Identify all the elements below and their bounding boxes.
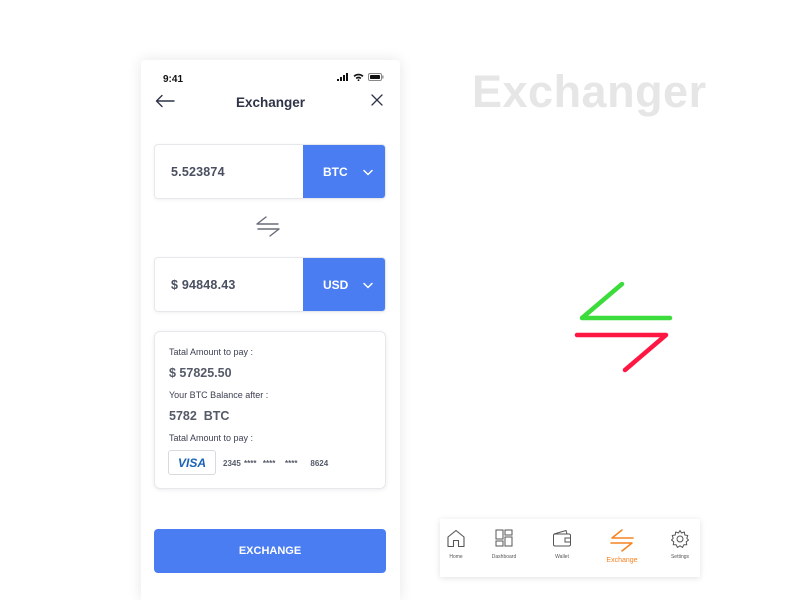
exchange-icon: [574, 282, 673, 373]
tab-exchange[interactable]: Exchange: [596, 519, 648, 577]
gear-icon: [671, 530, 689, 548]
exchange-button[interactable]: EXCHANGE: [154, 529, 386, 573]
status-time: 9:41: [163, 74, 184, 85]
chevron-down-icon: [363, 282, 373, 289]
page-title: Exchanger: [235, 95, 306, 110]
card-number: 2345 **** **** **** 8624: [223, 459, 329, 468]
tab-label-settings: Settings: [670, 554, 690, 560]
tab-label-dashboard: Dashboard: [491, 554, 517, 560]
dashboard-icon: [495, 529, 513, 547]
tab-wallet[interactable]: Wallet: [536, 519, 588, 577]
to-amount-value[interactable]: $ 94848.43: [171, 278, 236, 292]
to-currency-label: USD: [323, 278, 349, 292]
wifi-icon: [353, 73, 364, 81]
exchange-icon: [610, 529, 634, 552]
bottom-tab-bar: Home Dashboard Wallet Exchange Settings: [440, 519, 700, 577]
home-icon: [447, 529, 465, 548]
tab-home[interactable]: Home: [430, 519, 482, 577]
summary-card: Tatal Amount to pay : $ 57825.50 Your BT…: [154, 331, 386, 489]
visa-card-logo[interactable]: VISA: [168, 450, 216, 475]
chevron-down-icon: [363, 169, 373, 176]
to-currency-select[interactable]: USD: [303, 258, 385, 311]
tab-settings[interactable]: Settings: [654, 519, 706, 577]
tab-dashboard[interactable]: Dashboard: [478, 519, 530, 577]
total-amount-value: $ 57825.50: [169, 366, 232, 380]
battery-icon: [368, 73, 384, 81]
from-amount-value[interactable]: 5.523874: [171, 165, 225, 179]
pay-amount-label: Tatal Amount to pay :: [169, 433, 254, 443]
phone-screen: 9:41 Exchanger 5.523874 BTC $ 94848.43 U…: [141, 60, 400, 600]
tab-label-home: Home: [449, 554, 463, 560]
wallet-icon: [553, 529, 571, 547]
close-icon[interactable]: [370, 93, 384, 107]
total-amount-label: Tatal Amount to pay :: [169, 347, 254, 357]
nav-header: Exchanger: [141, 90, 400, 116]
from-currency-select[interactable]: BTC: [303, 145, 385, 198]
swap-icon[interactable]: [255, 214, 281, 238]
balance-after-value: 5782 BTC: [169, 409, 230, 423]
balance-after-label: Your BTC Balance after :: [169, 390, 269, 400]
tab-label-exchange: Exchange: [606, 557, 638, 564]
from-amount-field[interactable]: 5.523874 BTC: [154, 144, 386, 199]
from-currency-label: BTC: [323, 165, 348, 179]
showcase-title: Exchanger: [472, 66, 707, 117]
tab-label-wallet: Wallet: [555, 554, 569, 560]
status-icons: [337, 73, 384, 81]
signal-icon: [337, 73, 348, 81]
to-amount-field[interactable]: $ 94848.43 USD: [154, 257, 386, 312]
